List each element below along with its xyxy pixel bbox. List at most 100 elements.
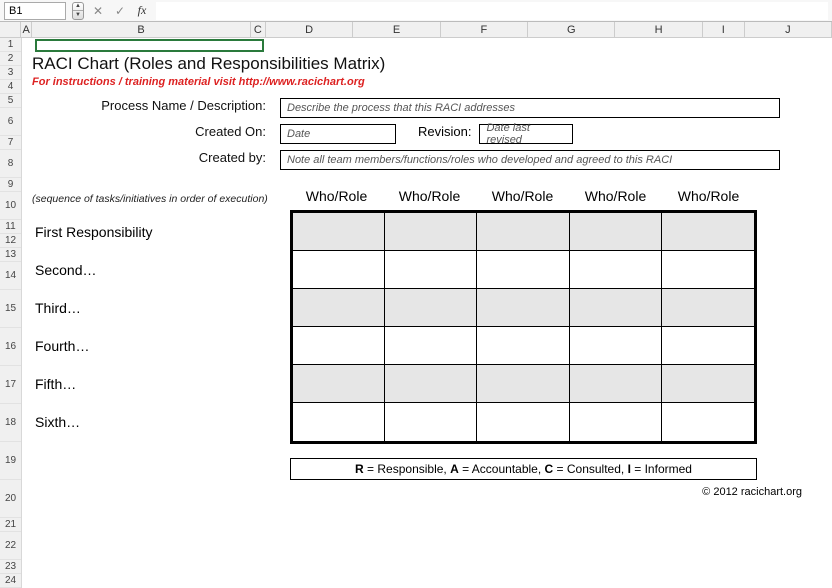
raci-cell[interactable] (385, 251, 477, 289)
raci-cell[interactable] (662, 327, 754, 365)
raci-cell[interactable] (293, 251, 385, 289)
fx-label[interactable]: fx (134, 3, 150, 18)
raci-cell[interactable] (662, 365, 754, 403)
name-box[interactable]: B1 (4, 2, 66, 20)
raci-cell[interactable] (570, 327, 662, 365)
task-label[interactable]: First Responsibility (35, 213, 283, 251)
raci-cell[interactable] (293, 289, 385, 327)
process-field[interactable]: Describe the process that this RACI addr… (280, 98, 780, 118)
raci-template: RACI Chart (Roles and Responsibilities M… (32, 54, 822, 498)
raci-cell[interactable] (570, 289, 662, 327)
raci-cell[interactable] (385, 403, 477, 441)
raci-cell[interactable] (385, 327, 477, 365)
tasks-note: (sequence of tasks/initiatives in order … (32, 194, 290, 210)
row-header[interactable]: 6 (0, 108, 21, 136)
matrix-row: Sixth… (293, 403, 754, 441)
task-label[interactable]: Second… (35, 251, 283, 289)
row-header[interactable]: 4 (0, 80, 21, 94)
row-header[interactable]: 18 (0, 404, 21, 442)
raci-cell[interactable] (477, 365, 569, 403)
row-header[interactable]: 24 (0, 574, 21, 588)
raci-cell[interactable] (570, 365, 662, 403)
task-label[interactable]: Sixth… (35, 403, 283, 441)
column-headers: A B C D E F G H I J (0, 22, 832, 38)
raci-cell[interactable] (570, 251, 662, 289)
row-header[interactable]: 5 (0, 94, 21, 108)
row-header[interactable]: 14 (0, 262, 21, 290)
raci-cell[interactable] (477, 251, 569, 289)
row-header[interactable]: 13 (0, 248, 21, 262)
col-header[interactable]: A (21, 22, 32, 37)
col-header[interactable]: F (441, 22, 528, 37)
col-header[interactable]: I (703, 22, 745, 37)
created-by-field[interactable]: Note all team members/functions/roles wh… (280, 150, 780, 170)
role-header[interactable]: Who/Role (290, 188, 383, 210)
matrix-row: First Responsibility (293, 213, 754, 251)
row-header[interactable]: 20 (0, 480, 21, 518)
formula-input[interactable] (156, 2, 828, 20)
accept-formula-icon[interactable]: ✓ (112, 4, 128, 18)
row-header[interactable]: 8 (0, 150, 21, 178)
col-header[interactable]: J (745, 22, 832, 37)
select-all-corner[interactable] (0, 22, 21, 37)
stepper-up-icon[interactable]: ▲ (73, 3, 83, 12)
row-header[interactable]: 23 (0, 560, 21, 574)
row-header[interactable]: 12 (0, 234, 21, 248)
raci-cell[interactable] (662, 403, 754, 441)
raci-cell[interactable] (385, 213, 477, 251)
raci-cell[interactable] (293, 213, 385, 251)
role-header[interactable]: Who/Role (662, 188, 755, 210)
created-on-field[interactable]: Date (280, 124, 396, 144)
row-header[interactable]: 19 (0, 442, 21, 480)
name-box-stepper[interactable]: ▲ ▼ (72, 2, 84, 20)
raci-cell[interactable] (662, 213, 754, 251)
task-label[interactable]: Third… (35, 289, 283, 327)
task-label[interactable]: Fourth… (35, 327, 283, 365)
row-header[interactable]: 7 (0, 136, 21, 150)
raci-legend: R = Responsible, A = Accountable, C = Co… (290, 458, 757, 480)
col-header[interactable]: C (251, 22, 266, 37)
row-header[interactable]: 2 (0, 52, 21, 66)
col-header[interactable]: D (266, 22, 353, 37)
raci-cell[interactable] (293, 403, 385, 441)
role-header[interactable]: Who/Role (476, 188, 569, 210)
col-header[interactable]: H (615, 22, 702, 37)
col-header[interactable]: G (528, 22, 615, 37)
raci-cell[interactable] (477, 327, 569, 365)
instructions-link[interactable]: For instructions / training material vis… (32, 76, 822, 88)
row-header[interactable]: 11 (0, 220, 21, 234)
role-header[interactable]: Who/Role (383, 188, 476, 210)
formula-bar: B1 ▲ ▼ ✕ ✓ fx (0, 0, 832, 22)
raci-cell[interactable] (385, 365, 477, 403)
row-header[interactable]: 15 (0, 290, 21, 328)
matrix-row: Third… (293, 289, 754, 327)
raci-cell[interactable] (662, 251, 754, 289)
row-header[interactable]: 1 (0, 38, 21, 52)
page-title: RACI Chart (Roles and Responsibilities M… (32, 54, 822, 74)
raci-cell[interactable] (477, 213, 569, 251)
row-header[interactable]: 9 (0, 178, 21, 192)
row-header[interactable]: 22 (0, 532, 21, 560)
task-label[interactable]: Fifth… (35, 365, 283, 403)
row-header[interactable]: 21 (0, 518, 21, 532)
row-header[interactable]: 16 (0, 328, 21, 366)
col-header[interactable]: E (353, 22, 440, 37)
raci-cell[interactable] (477, 289, 569, 327)
created-by-label: Created by: (32, 150, 280, 165)
raci-cell[interactable] (662, 289, 754, 327)
row-header[interactable]: 17 (0, 366, 21, 404)
cancel-formula-icon[interactable]: ✕ (90, 4, 106, 18)
row-header[interactable]: 3 (0, 66, 21, 80)
raci-cell[interactable] (293, 327, 385, 365)
raci-cell[interactable] (570, 213, 662, 251)
col-header[interactable]: B (32, 22, 250, 37)
raci-cell[interactable] (477, 403, 569, 441)
row-header[interactable]: 10 (0, 192, 21, 220)
raci-cell[interactable] (385, 289, 477, 327)
stepper-down-icon[interactable]: ▼ (73, 11, 83, 19)
role-header[interactable]: Who/Role (569, 188, 662, 210)
raci-cell[interactable] (570, 403, 662, 441)
revision-field[interactable]: Date last revised (479, 124, 573, 144)
raci-cell[interactable] (293, 365, 385, 403)
spreadsheet-grid[interactable]: RACI Chart (Roles and Responsibilities M… (22, 38, 832, 588)
